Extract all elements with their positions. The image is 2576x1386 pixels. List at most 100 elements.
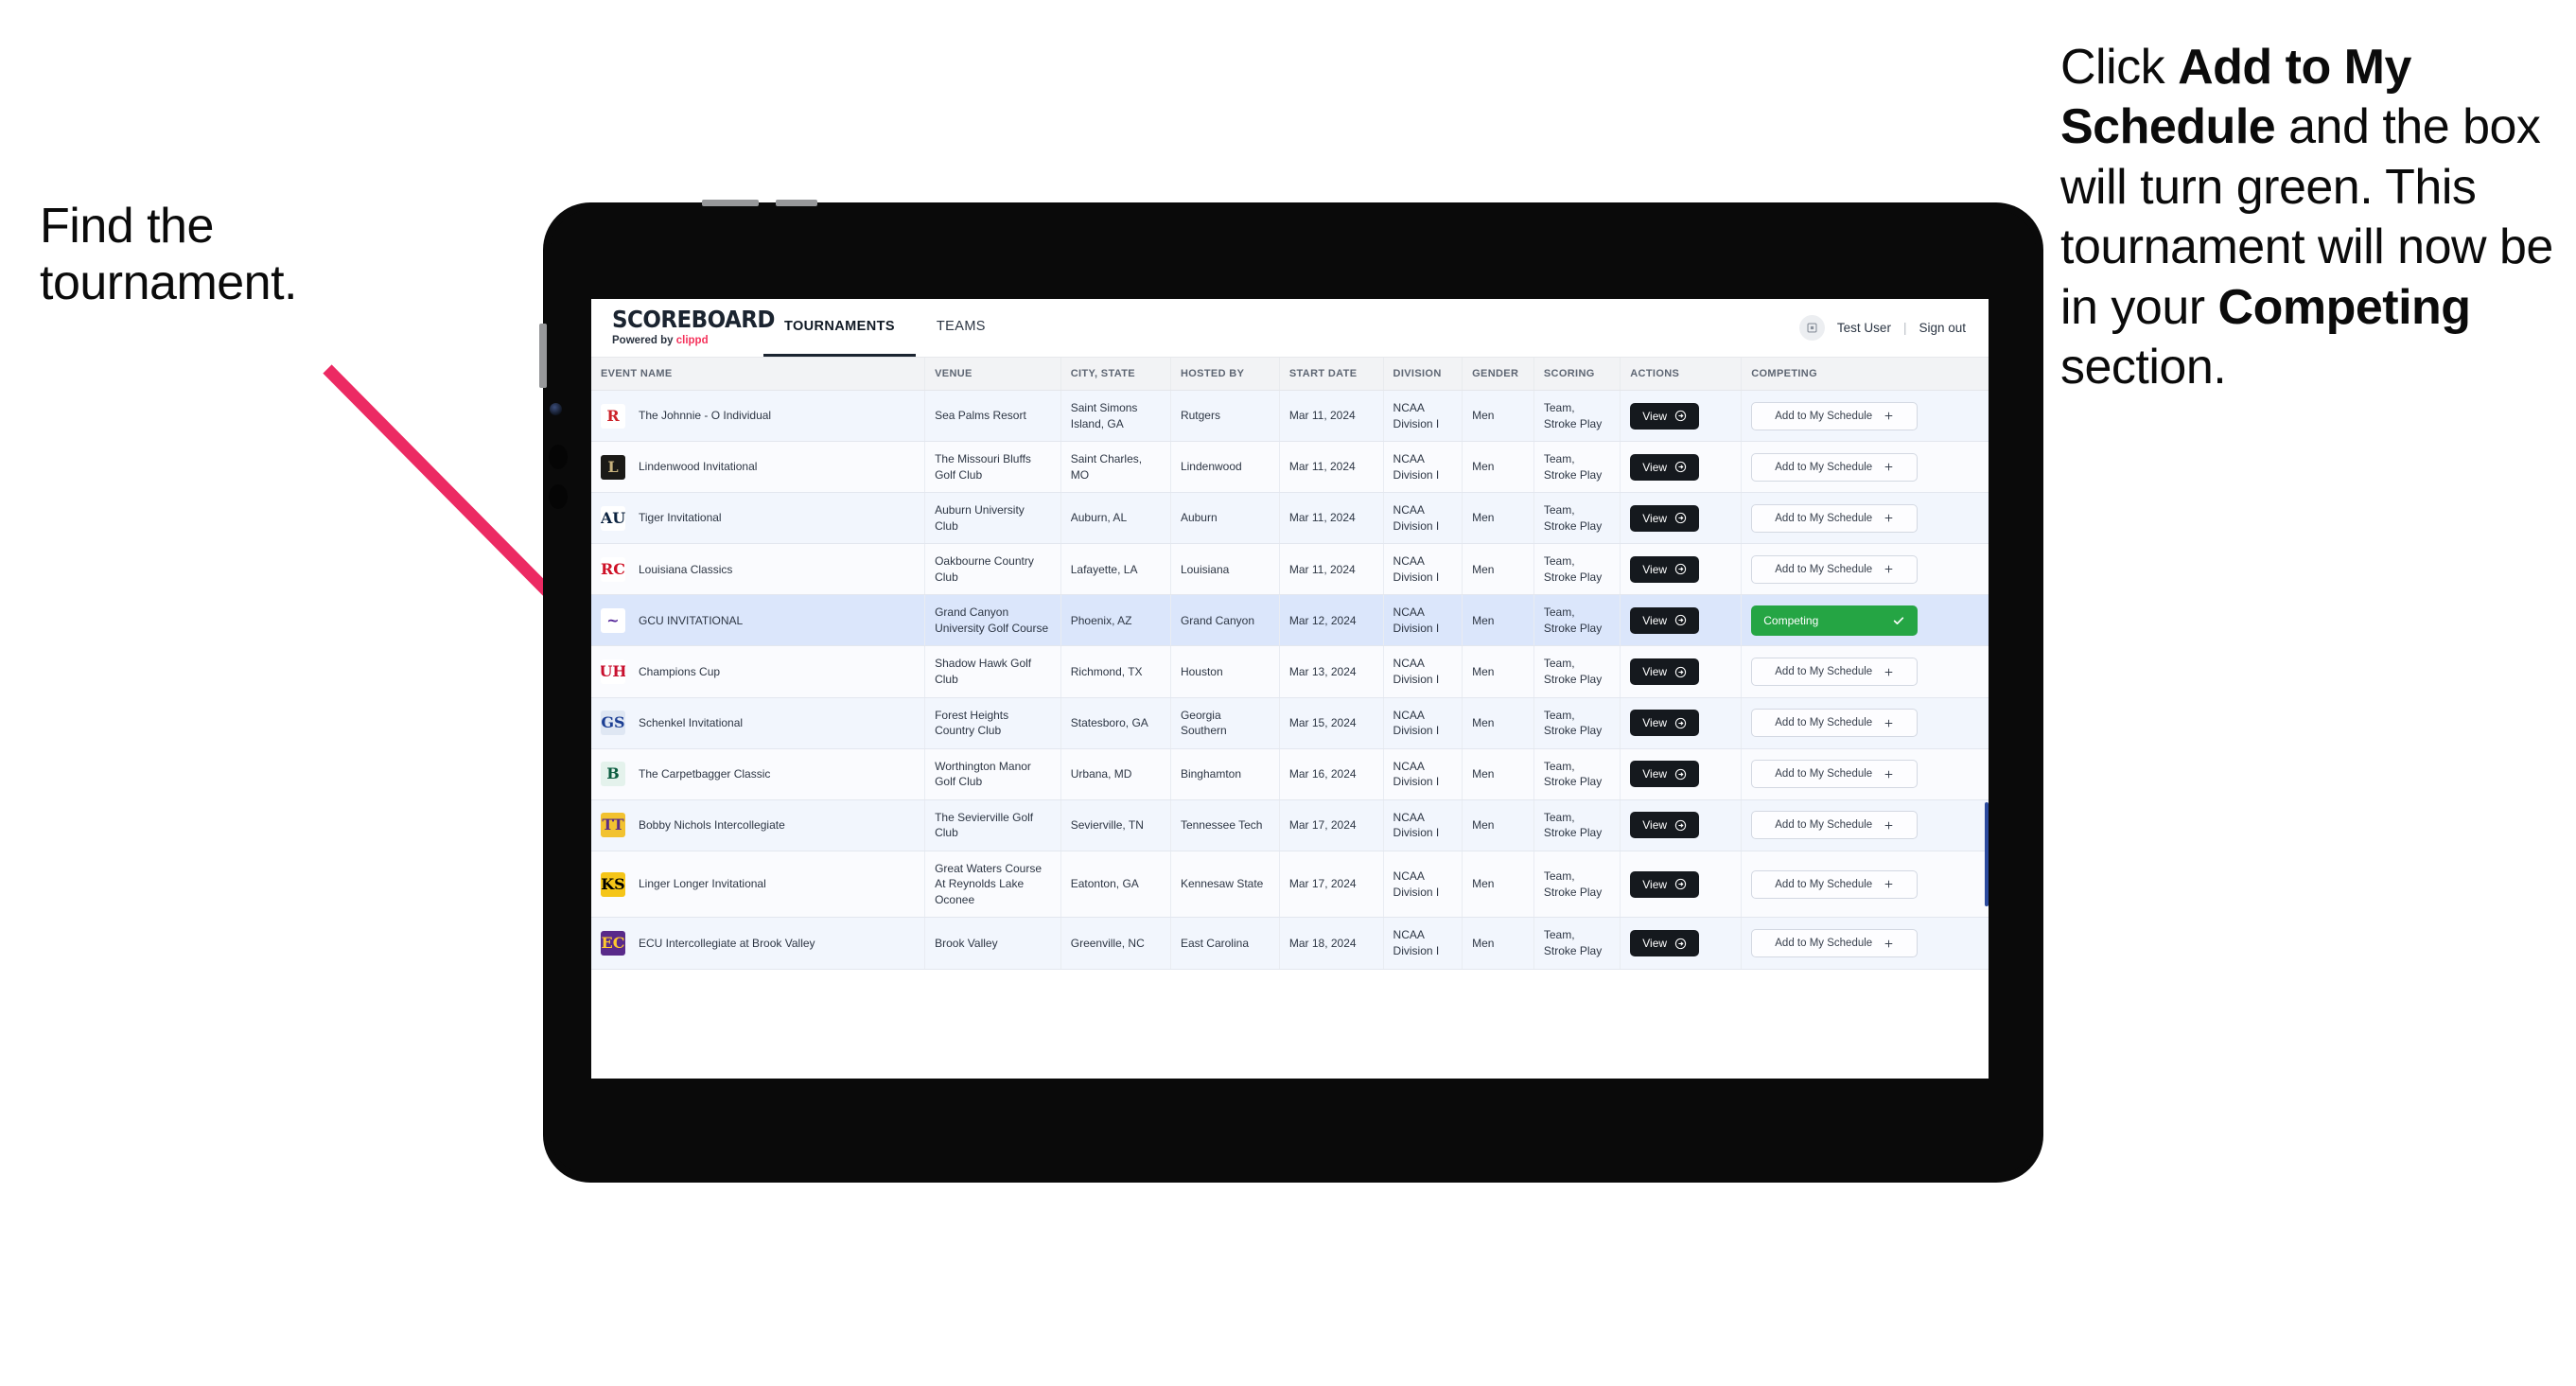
- view-button[interactable]: View: [1630, 930, 1700, 957]
- view-button[interactable]: View: [1630, 710, 1700, 737]
- table-row[interactable]: EC ECU Intercollegiate at Brook Valley Bro…: [591, 917, 1989, 970]
- table-row[interactable]: B The Carpetbagger Classic Worthington Man…: [591, 748, 1989, 800]
- column-header-venue[interactable]: VENUE: [924, 358, 1061, 391]
- cell-hosted-by: Binghamton: [1170, 748, 1280, 800]
- cell-division: NCAA Division I: [1383, 748, 1463, 800]
- cell-competing: Competing: [1741, 594, 1989, 647]
- plus-icon: [1884, 769, 1894, 780]
- column-header-start-date[interactable]: START DATE: [1279, 358, 1384, 391]
- table-row[interactable]: KS Linger Longer Invitational Great Waters…: [591, 851, 1989, 919]
- cell-scoring: Team, Stroke Play: [1533, 645, 1621, 698]
- table-row[interactable]: GS Schenkel Invitational Forest Heights Co…: [591, 697, 1989, 749]
- view-button[interactable]: View: [1630, 402, 1700, 430]
- cell-start-date: Mar 11, 2024: [1279, 441, 1384, 494]
- event-name-label: The Johnnie - O Individual: [639, 409, 772, 423]
- arrow-right-circle-icon: [1674, 666, 1687, 678]
- table-row[interactable]: ~ GCU INVITATIONAL Grand Canyon University…: [591, 594, 1989, 647]
- cell-start-date: Mar 11, 2024: [1279, 390, 1384, 443]
- cell-event-name: AU Tiger Invitational: [591, 492, 926, 545]
- column-header-scoring[interactable]: SCORING: [1533, 358, 1621, 391]
- column-header-hosted-by[interactable]: HOSTED BY: [1170, 358, 1280, 391]
- sign-out-link[interactable]: Sign out: [1919, 321, 1966, 335]
- tablet-power-button[interactable]: [702, 200, 759, 206]
- table-row[interactable]: L Lindenwood Invitational The Missouri Blu…: [591, 441, 1989, 494]
- view-button[interactable]: View: [1630, 761, 1700, 788]
- cell-city-state: Greenville, NC: [1060, 917, 1171, 970]
- arrow-right-circle-icon: [1674, 410, 1687, 422]
- cell-division: NCAA Division I: [1383, 594, 1463, 647]
- event-name-label: Tiger Invitational: [639, 511, 722, 525]
- table-row[interactable]: UH Champions Cup Shadow Hawk Golf Club Rich…: [591, 645, 1989, 698]
- column-header-event-name[interactable]: EVENT NAME: [591, 358, 926, 391]
- cell-actions: View: [1620, 748, 1743, 800]
- event-name-label: Bobby Nichols Intercollegiate: [639, 818, 785, 833]
- brand-logo[interactable]: SCOREBOARD Powered by clippd: [591, 299, 776, 357]
- add-to-my-schedule-button[interactable]: Add to My Schedule: [1751, 503, 1919, 533]
- team-logo-icon: UH: [601, 659, 625, 685]
- view-button[interactable]: View: [1630, 812, 1700, 839]
- team-logo-icon: R: [601, 403, 625, 429]
- tablet-volume-button[interactable]: [539, 324, 547, 388]
- table-row[interactable]: AU Tiger Invitational Auburn University Cl…: [591, 492, 1989, 545]
- competing-button[interactable]: Competing: [1751, 605, 1919, 636]
- plus-icon: [1884, 411, 1894, 421]
- add-to-my-schedule-label: Add to My Schedule: [1775, 768, 1873, 781]
- brand-clippd-name: clippd: [675, 335, 709, 346]
- cell-venue: The Sevierville Golf Club: [924, 799, 1061, 851]
- cell-start-date: Mar 15, 2024: [1279, 697, 1384, 749]
- cell-event-name: R The Johnnie - O Individual: [591, 390, 926, 443]
- brand-powered-by: Powered by clippd: [612, 335, 750, 346]
- table-row[interactable]: RC Louisiana Classics Oakbourne Country Cl…: [591, 543, 1989, 596]
- cell-actions: View: [1620, 917, 1743, 970]
- view-button[interactable]: View: [1630, 453, 1700, 481]
- arrow-right-circle-icon: [1674, 512, 1687, 524]
- table-row[interactable]: TT Bobby Nichols Intercollegiate The Sevie…: [591, 799, 1989, 851]
- tab-tournaments[interactable]: TOURNAMENTS: [763, 299, 916, 357]
- cell-city-state: Urbana, MD: [1060, 748, 1171, 800]
- view-button[interactable]: View: [1630, 504, 1700, 532]
- cell-actions: View: [1620, 492, 1743, 545]
- add-to-my-schedule-button[interactable]: Add to My Schedule: [1751, 929, 1919, 958]
- column-header-division[interactable]: DIVISION: [1383, 358, 1463, 391]
- cell-start-date: Mar 17, 2024: [1279, 799, 1384, 851]
- column-header-gender[interactable]: GENDER: [1462, 358, 1534, 391]
- cell-scoring: Team, Stroke Play: [1533, 390, 1621, 443]
- view-button[interactable]: View: [1630, 658, 1700, 686]
- table-row[interactable]: R The Johnnie - O Individual Sea Palms Res…: [591, 390, 1989, 443]
- plus-icon: [1884, 879, 1894, 889]
- add-to-my-schedule-button[interactable]: Add to My Schedule: [1751, 401, 1919, 430]
- add-to-my-schedule-button[interactable]: Add to My Schedule: [1751, 709, 1919, 738]
- vertical-scrollbar[interactable]: [1985, 802, 1989, 906]
- cell-actions: View: [1620, 441, 1743, 494]
- tournaments-table-container[interactable]: EVENT NAME VENUE CITY, STATE HOSTED BY S…: [591, 358, 1989, 1079]
- cell-division: NCAA Division I: [1383, 441, 1463, 494]
- plus-icon: [1884, 462, 1894, 472]
- tab-teams[interactable]: TEAMS: [916, 299, 1007, 357]
- column-header-competing[interactable]: COMPETING: [1741, 358, 1989, 391]
- add-to-my-schedule-button[interactable]: Add to My Schedule: [1751, 760, 1919, 789]
- team-logo-icon: AU: [601, 505, 625, 531]
- add-to-my-schedule-button[interactable]: Add to My Schedule: [1751, 554, 1919, 584]
- tablet-top-button-2[interactable]: [776, 200, 817, 206]
- add-to-my-schedule-button[interactable]: Add to My Schedule: [1751, 658, 1919, 687]
- cell-gender: Men: [1462, 441, 1534, 494]
- view-button-label: View: [1642, 409, 1668, 423]
- user-avatar-icon[interactable]: [1798, 315, 1825, 341]
- cell-hosted-by: Georgia Southern: [1170, 697, 1280, 749]
- cell-venue: Grand Canyon University Golf Course: [924, 594, 1061, 647]
- tablet-screen: SCOREBOARD Powered by clippd TOURNAMENTS…: [591, 299, 1989, 1079]
- add-to-my-schedule-button[interactable]: Add to My Schedule: [1751, 811, 1919, 840]
- column-header-city-state[interactable]: CITY, STATE: [1060, 358, 1171, 391]
- cell-start-date: Mar 12, 2024: [1279, 594, 1384, 647]
- add-to-my-schedule-button[interactable]: Add to My Schedule: [1751, 869, 1919, 899]
- column-header-actions[interactable]: ACTIONS: [1620, 358, 1743, 391]
- view-button[interactable]: View: [1630, 870, 1700, 898]
- cell-actions: View: [1620, 851, 1743, 919]
- add-to-my-schedule-button[interactable]: Add to My Schedule: [1751, 452, 1919, 482]
- view-button[interactable]: View: [1630, 606, 1700, 634]
- cell-gender: Men: [1462, 851, 1534, 919]
- plus-icon: [1884, 718, 1894, 728]
- event-name-label: GCU INVITATIONAL: [639, 613, 744, 627]
- view-button[interactable]: View: [1630, 555, 1700, 583]
- account-area: Test User | Sign out: [1798, 299, 1989, 357]
